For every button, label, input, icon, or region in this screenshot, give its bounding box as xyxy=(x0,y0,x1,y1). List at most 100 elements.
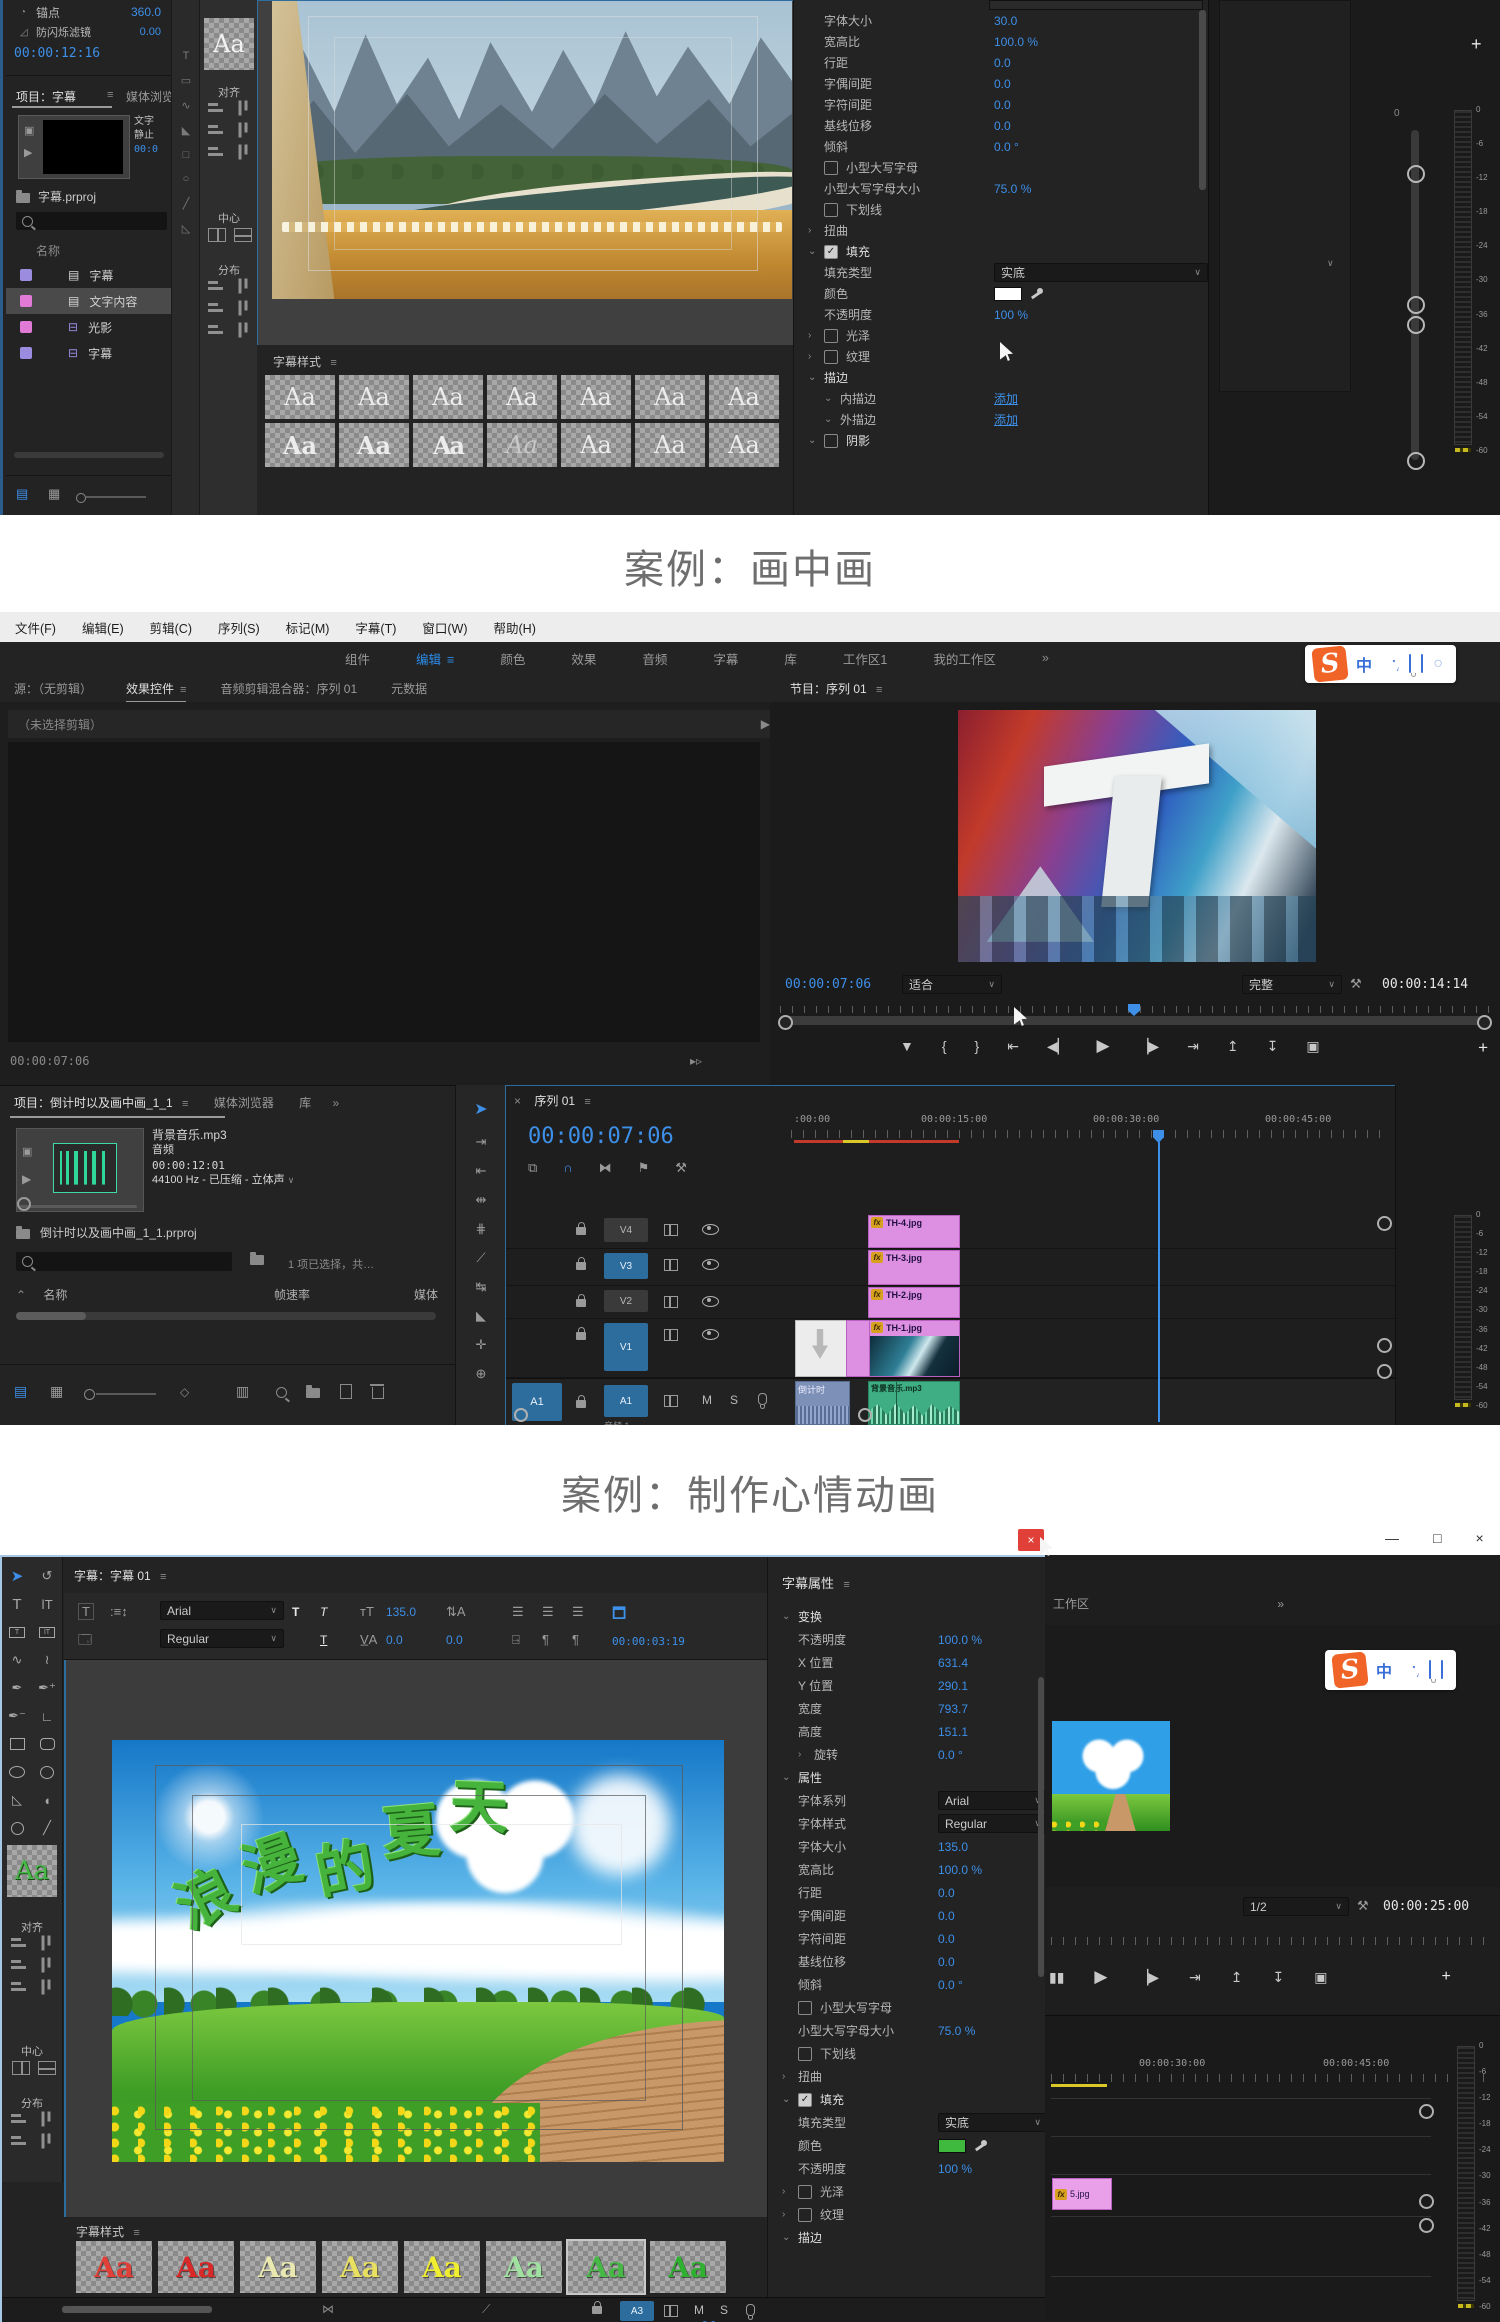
h-scrollbar[interactable] xyxy=(14,452,164,458)
align-right-icon[interactable] xyxy=(208,146,223,158)
lock-icon[interactable] xyxy=(576,1257,586,1270)
checkbox[interactable]: ✓ xyxy=(824,244,838,259)
bold-button[interactable]: T xyxy=(292,1605,299,1619)
pen-tool-icon[interactable]: ✒ xyxy=(5,1677,29,1699)
slider-handle[interactable] xyxy=(1407,452,1425,470)
area-type-icon[interactable]: T xyxy=(5,1621,29,1643)
close-button[interactable]: × xyxy=(1475,1530,1483,1546)
property-value[interactable]: 0.0 xyxy=(994,77,1011,91)
caption-style-swatch[interactable]: Aa xyxy=(709,423,779,467)
checkbox[interactable]: ✓ xyxy=(798,2092,812,2107)
rect-tool-icon[interactable] xyxy=(5,1733,29,1755)
caption-style-swatch[interactable]: Aa xyxy=(265,375,335,419)
property-value[interactable]: 0.0 ° xyxy=(994,140,1019,154)
slip-tool-icon[interactable]: ↹ xyxy=(476,1280,487,1293)
ripple-edit-tool-icon[interactable]: ⇤ xyxy=(476,1164,487,1177)
panel-menu-icon[interactable]: ≡ xyxy=(584,1096,590,1108)
caption-canvas[interactable] xyxy=(257,0,795,347)
panel-menu-icon[interactable]: ≡ xyxy=(133,2227,139,2239)
step-forward-icon[interactable]: ▕▶ xyxy=(1138,1969,1160,1986)
maximize-button[interactable]: □ xyxy=(1433,1530,1441,1546)
sync-lock-icon[interactable] xyxy=(664,1395,678,1407)
workspace-tab[interactable]: 颜色 xyxy=(500,649,525,668)
distribute-icon[interactable] xyxy=(236,300,249,316)
caption-style-swatch[interactable]: Aa xyxy=(650,2241,726,2293)
caption-style-swatch[interactable]: Aa xyxy=(240,2241,316,2293)
property-value[interactable]: 0.0 ° xyxy=(938,1748,963,1762)
play-button[interactable]: ▶ xyxy=(1097,1036,1110,1056)
align-middle-icon[interactable] xyxy=(236,122,249,138)
new-bin-icon[interactable] xyxy=(306,1385,320,1398)
label-color-swatch[interactable] xyxy=(20,295,32,307)
property-value[interactable]: 30.0 xyxy=(994,14,1017,28)
lock-icon[interactable] xyxy=(576,1327,586,1340)
go-to-out-icon[interactable]: ⇥ xyxy=(1189,1969,1201,1986)
scroll-handle[interactable] xyxy=(1419,2194,1434,2209)
track-button-a3[interactable]: A3 xyxy=(620,2301,654,2321)
selection-tool-icon[interactable]: ➤ xyxy=(5,1565,29,1587)
chevron-down-icon[interactable]: ∨ xyxy=(288,1175,295,1185)
panel-tab[interactable]: 源：（无剪辑） xyxy=(14,680,92,697)
panel-menu-icon[interactable]: ≡ xyxy=(876,684,882,696)
sync-lock-icon[interactable] xyxy=(664,1296,678,1308)
scroll-handle[interactable] xyxy=(514,1408,528,1422)
list-view-icon[interactable]: ▤ xyxy=(14,1383,27,1400)
align-top-icon[interactable] xyxy=(39,1935,52,1951)
caption-style-swatch[interactable]: Aa xyxy=(486,2241,562,2293)
bin-item-label[interactable]: 光影 xyxy=(88,319,112,336)
tab-libraries[interactable]: 库 xyxy=(299,1096,311,1110)
distribute-icon[interactable] xyxy=(236,322,249,338)
align-bottom-icon[interactable] xyxy=(39,1979,52,1995)
scroll-handle[interactable] xyxy=(1419,2218,1434,2233)
workspace-tab[interactable]: 编辑 ≡ xyxy=(416,649,454,668)
mute-button[interactable]: M xyxy=(694,2303,704,2317)
program-timecode[interactable]: 00:00:07:06 xyxy=(785,977,871,992)
zoom-slider-handle[interactable] xyxy=(84,1389,95,1400)
delete-anchor-icon[interactable]: ✒⁻ xyxy=(5,1705,29,1727)
font-style-dropdown[interactable]: Regular ∨ xyxy=(160,1629,284,1648)
delete-icon[interactable] xyxy=(370,1384,384,1399)
menu-item[interactable]: 字幕(T) xyxy=(355,618,396,637)
extract-icon[interactable]: ↧ xyxy=(1267,1038,1279,1055)
center-horizontal-icon[interactable] xyxy=(38,2061,56,2075)
checkbox[interactable] xyxy=(824,433,838,448)
panel-menu-icon[interactable]: ≡ xyxy=(330,357,336,369)
checkbox[interactable] xyxy=(798,2046,812,2061)
eyedropper-icon[interactable] xyxy=(974,2139,988,2153)
checkbox[interactable] xyxy=(824,349,838,364)
new-item-icon[interactable] xyxy=(340,1384,352,1399)
snap-icon[interactable]: ▸▹ xyxy=(690,1054,702,1068)
chevron-down-icon[interactable]: ⌄ xyxy=(824,393,840,404)
mark-out-icon[interactable]: } xyxy=(975,1038,980,1054)
menu-item[interactable]: 标记(M) xyxy=(286,618,330,637)
align-center-icon[interactable]: ☰ xyxy=(542,1605,554,1618)
chevron-down-icon[interactable]: ∨ xyxy=(1327,258,1334,269)
bin-item-label[interactable]: 字幕 xyxy=(89,267,113,284)
align-left-icon[interactable]: ☰ xyxy=(512,1605,524,1618)
go-to-out-icon[interactable]: ⇥ xyxy=(1187,1038,1199,1055)
timecode[interactable]: 00:00:12:16 xyxy=(6,40,171,61)
align-center-h-icon[interactable] xyxy=(208,124,223,136)
lock-icon[interactable] xyxy=(576,1294,586,1307)
align-left-icon[interactable] xyxy=(208,102,223,114)
add-anchor-icon[interactable]: ✒⁺ xyxy=(35,1677,59,1699)
ec-timecode[interactable]: 00:00:07:06 xyxy=(10,1054,89,1068)
rotation-tool-icon[interactable]: ↺ xyxy=(35,1565,59,1587)
panel-tab[interactable]: 效果控件 ≡ xyxy=(126,680,187,703)
caption-style-swatch[interactable]: Aa xyxy=(566,2239,646,2295)
keyboard-icon[interactable] xyxy=(1421,654,1424,673)
panel-tab[interactable]: 音频剪辑混合器：序列 01 xyxy=(220,680,357,697)
solo-button[interactable]: S xyxy=(730,1393,738,1407)
pen-tool-icon[interactable]: ◣ xyxy=(476,1309,486,1322)
path-type-icon[interactable]: ∿ xyxy=(5,1649,29,1671)
settings-wrench-icon[interactable]: ⚒ xyxy=(1357,1899,1369,1912)
zoom-level-dropdown[interactable]: 1/2 ∨ xyxy=(1243,1897,1349,1916)
chevron-down-icon[interactable]: ⌄ xyxy=(808,372,824,383)
property-value[interactable]: 360.0 xyxy=(131,5,161,19)
checkbox[interactable] xyxy=(798,2000,812,2015)
caption-style-swatch[interactable]: Aa xyxy=(635,423,705,467)
panel-menu-icon[interactable]: ≡ xyxy=(107,89,113,101)
razor-tool-icon[interactable]: ⟋ xyxy=(482,2302,490,2317)
dropdown[interactable]: Arial∨ xyxy=(938,1791,1048,1810)
distribute-icon[interactable] xyxy=(39,2133,52,2149)
